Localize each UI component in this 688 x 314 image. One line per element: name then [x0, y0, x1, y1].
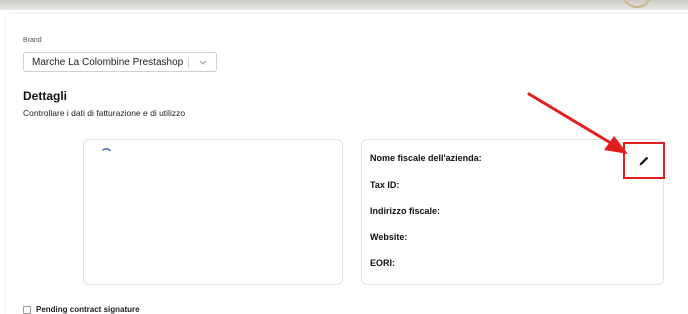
brand-label: Brand — [23, 37, 42, 44]
loading-spinner-icon — [102, 148, 111, 152]
eori-label: EORI: — [370, 258, 396, 268]
edit-billing-button[interactable] — [623, 142, 665, 179]
brand-select-value: Marche La Colombine Prestashop — [32, 57, 184, 68]
company-fiscal-name-label: Nome fiscale dell'azienda: — [370, 153, 482, 163]
top-bar-shadow — [0, 0, 688, 10]
website-label: Website: — [370, 232, 408, 242]
pending-contract-checkbox[interactable] — [23, 306, 31, 314]
fiscal-address-label: Indirizzo fiscale: — [370, 206, 441, 216]
brand-select[interactable]: Marche La Colombine Prestashop — [23, 52, 217, 72]
pending-contract-label: Pending contract signature — [36, 305, 140, 314]
pencil-icon — [639, 156, 649, 166]
details-subtitle: Controllare i dati di fatturazione e di … — [23, 108, 186, 118]
tax-id-label: Tax ID: — [370, 180, 400, 190]
chevron-down-icon[interactable] — [196, 57, 210, 68]
brand-select-separator — [188, 57, 189, 68]
details-title: Dettagli — [23, 89, 68, 103]
usage-card — [83, 139, 343, 285]
